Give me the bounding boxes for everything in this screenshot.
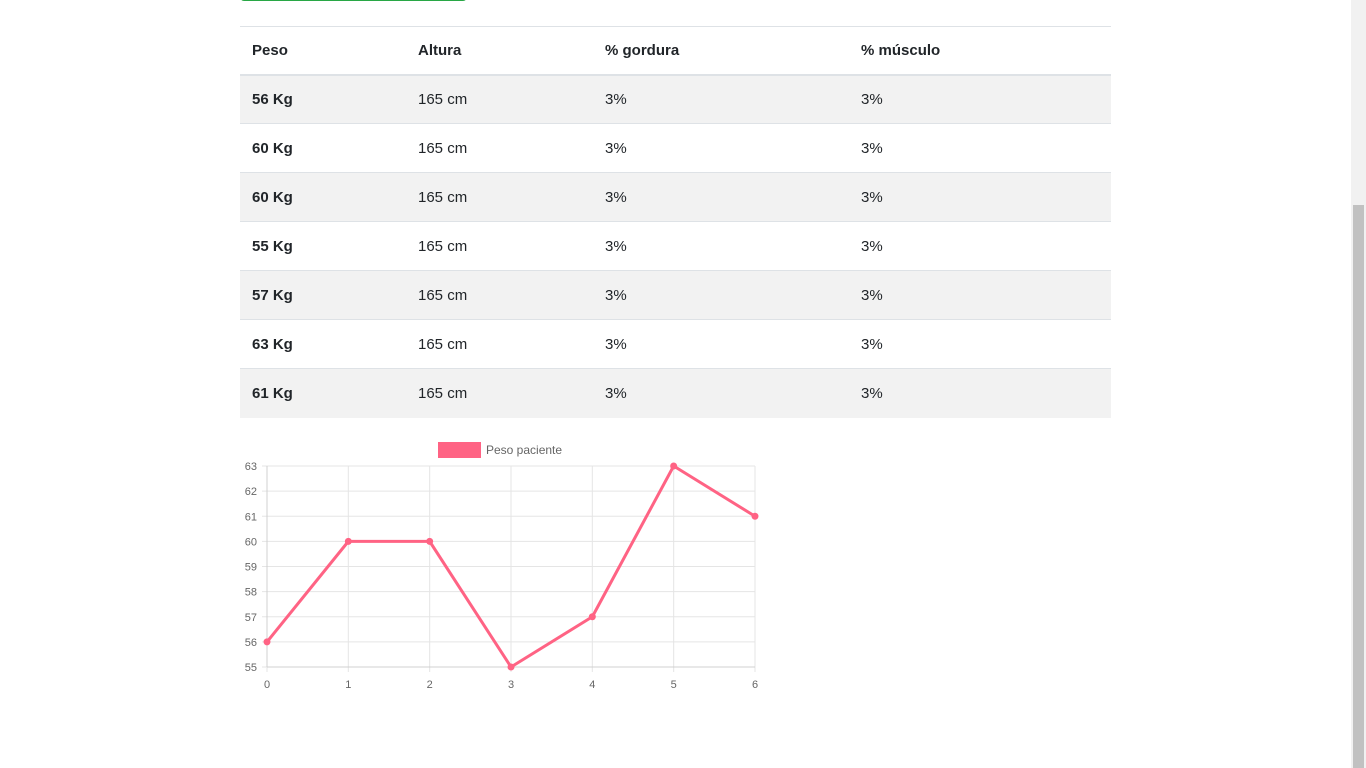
cell-altura: 165 cm bbox=[406, 74, 593, 124]
y-tick-label: 61 bbox=[245, 511, 257, 523]
data-point[interactable] bbox=[670, 462, 678, 470]
cell-altura: 165 cm bbox=[406, 319, 593, 369]
y-tick-label: 63 bbox=[245, 461, 257, 473]
y-tick-label: 60 bbox=[245, 536, 257, 548]
cell-musculo: 3% bbox=[849, 319, 1111, 369]
x-tick-label: 6 bbox=[752, 679, 758, 691]
cell-peso: 61 Kg bbox=[240, 368, 406, 418]
header-peso: Peso bbox=[240, 26, 406, 76]
y-tick-label: 57 bbox=[245, 612, 257, 624]
scrollbar-thumb[interactable] bbox=[1353, 205, 1364, 768]
y-tick-label: 58 bbox=[245, 587, 257, 599]
cell-musculo: 3% bbox=[849, 221, 1111, 271]
y-tick-label: 55 bbox=[245, 662, 257, 674]
page: Peso Altura % gordura % músculo 56 Kg 16… bbox=[0, 0, 1366, 768]
cell-peso: 57 Kg bbox=[240, 270, 406, 320]
weight-chart-svg: 5556575859606162630 1 2 3 4 5 6 Peso paciente bbox=[245, 442, 759, 691]
cell-peso: 63 Kg bbox=[240, 319, 406, 369]
cell-musculo: 3% bbox=[849, 123, 1111, 173]
page-scrollbar[interactable] bbox=[1351, 0, 1366, 768]
cell-gordura: 3% bbox=[593, 172, 849, 222]
weight-chart: 55 56 57 58 59 60 61 62 63 0 1 2 3 4 5 6 Peso paciente bbox=[232, 436, 772, 701]
data-point[interactable] bbox=[344, 537, 352, 545]
chart-grid bbox=[262, 465, 756, 672]
cell-gordura: 3% bbox=[593, 74, 849, 124]
cell-musculo: 3% bbox=[849, 74, 1111, 124]
table-row: 61 Kg 165 cm 3% 3% bbox=[240, 368, 1111, 418]
cell-gordura: 3% bbox=[593, 221, 849, 271]
cell-altura: 165 cm bbox=[406, 368, 593, 418]
header-gordura: % gordura bbox=[593, 26, 849, 76]
measurements-table: Peso Altura % gordura % músculo 56 Kg 16… bbox=[240, 26, 1111, 418]
x-tick-label: 0 bbox=[264, 679, 270, 691]
cell-musculo: 3% bbox=[849, 172, 1111, 222]
data-point[interactable] bbox=[588, 613, 596, 621]
table-row: 57 Kg 165 cm 3% 3% bbox=[240, 270, 1111, 320]
cell-peso: 55 Kg bbox=[240, 221, 406, 271]
table-row: 60 Kg 165 cm 3% 3% bbox=[240, 172, 1111, 222]
cell-musculo: 3% bbox=[849, 270, 1111, 320]
header-musculo: % músculo bbox=[849, 26, 1111, 76]
x-tick-label: 2 bbox=[427, 679, 433, 691]
data-point[interactable] bbox=[507, 663, 515, 671]
x-tick-label: 1 bbox=[345, 679, 351, 691]
cell-gordura: 3% bbox=[593, 270, 849, 320]
cell-gordura: 3% bbox=[593, 319, 849, 369]
chart-legend[interactable]: Peso paciente bbox=[438, 442, 562, 458]
y-tick-label: 56 bbox=[245, 637, 257, 649]
cell-altura: 165 cm bbox=[406, 172, 593, 222]
cell-musculo: 3% bbox=[849, 368, 1111, 418]
cell-gordura: 3% bbox=[593, 123, 849, 173]
cell-altura: 165 cm bbox=[406, 123, 593, 173]
data-point[interactable] bbox=[263, 638, 271, 646]
data-point[interactable] bbox=[751, 512, 759, 520]
table-row: 55 Kg 165 cm 3% 3% bbox=[240, 221, 1111, 271]
table-row: 60 Kg 165 cm 3% 3% bbox=[240, 123, 1111, 173]
cell-gordura: 3% bbox=[593, 368, 849, 418]
table-header-row: Peso Altura % gordura % músculo bbox=[240, 26, 1111, 76]
x-tick-label: 5 bbox=[671, 679, 677, 691]
top-button[interactable] bbox=[240, 0, 467, 1]
cell-altura: 165 cm bbox=[406, 221, 593, 271]
cell-peso: 56 Kg bbox=[240, 74, 406, 124]
y-tick-label: 62 bbox=[245, 486, 257, 498]
legend-swatch bbox=[438, 442, 481, 458]
legend-label: Peso paciente bbox=[486, 443, 562, 457]
header-altura: Altura bbox=[406, 26, 593, 76]
cell-peso: 60 Kg bbox=[240, 172, 406, 222]
measurements-table-wrapper: Peso Altura % gordura % músculo 56 Kg 16… bbox=[240, 26, 1111, 418]
data-point[interactable] bbox=[426, 537, 434, 545]
cell-peso: 60 Kg bbox=[240, 123, 406, 173]
table-row: 56 Kg 165 cm 3% 3% bbox=[240, 74, 1111, 124]
table-row: 63 Kg 165 cm 3% 3% bbox=[240, 319, 1111, 369]
cell-altura: 165 cm bbox=[406, 270, 593, 320]
x-tick-label: 3 bbox=[508, 679, 514, 691]
y-tick-label: 59 bbox=[245, 562, 257, 574]
x-tick-label: 4 bbox=[589, 679, 595, 691]
